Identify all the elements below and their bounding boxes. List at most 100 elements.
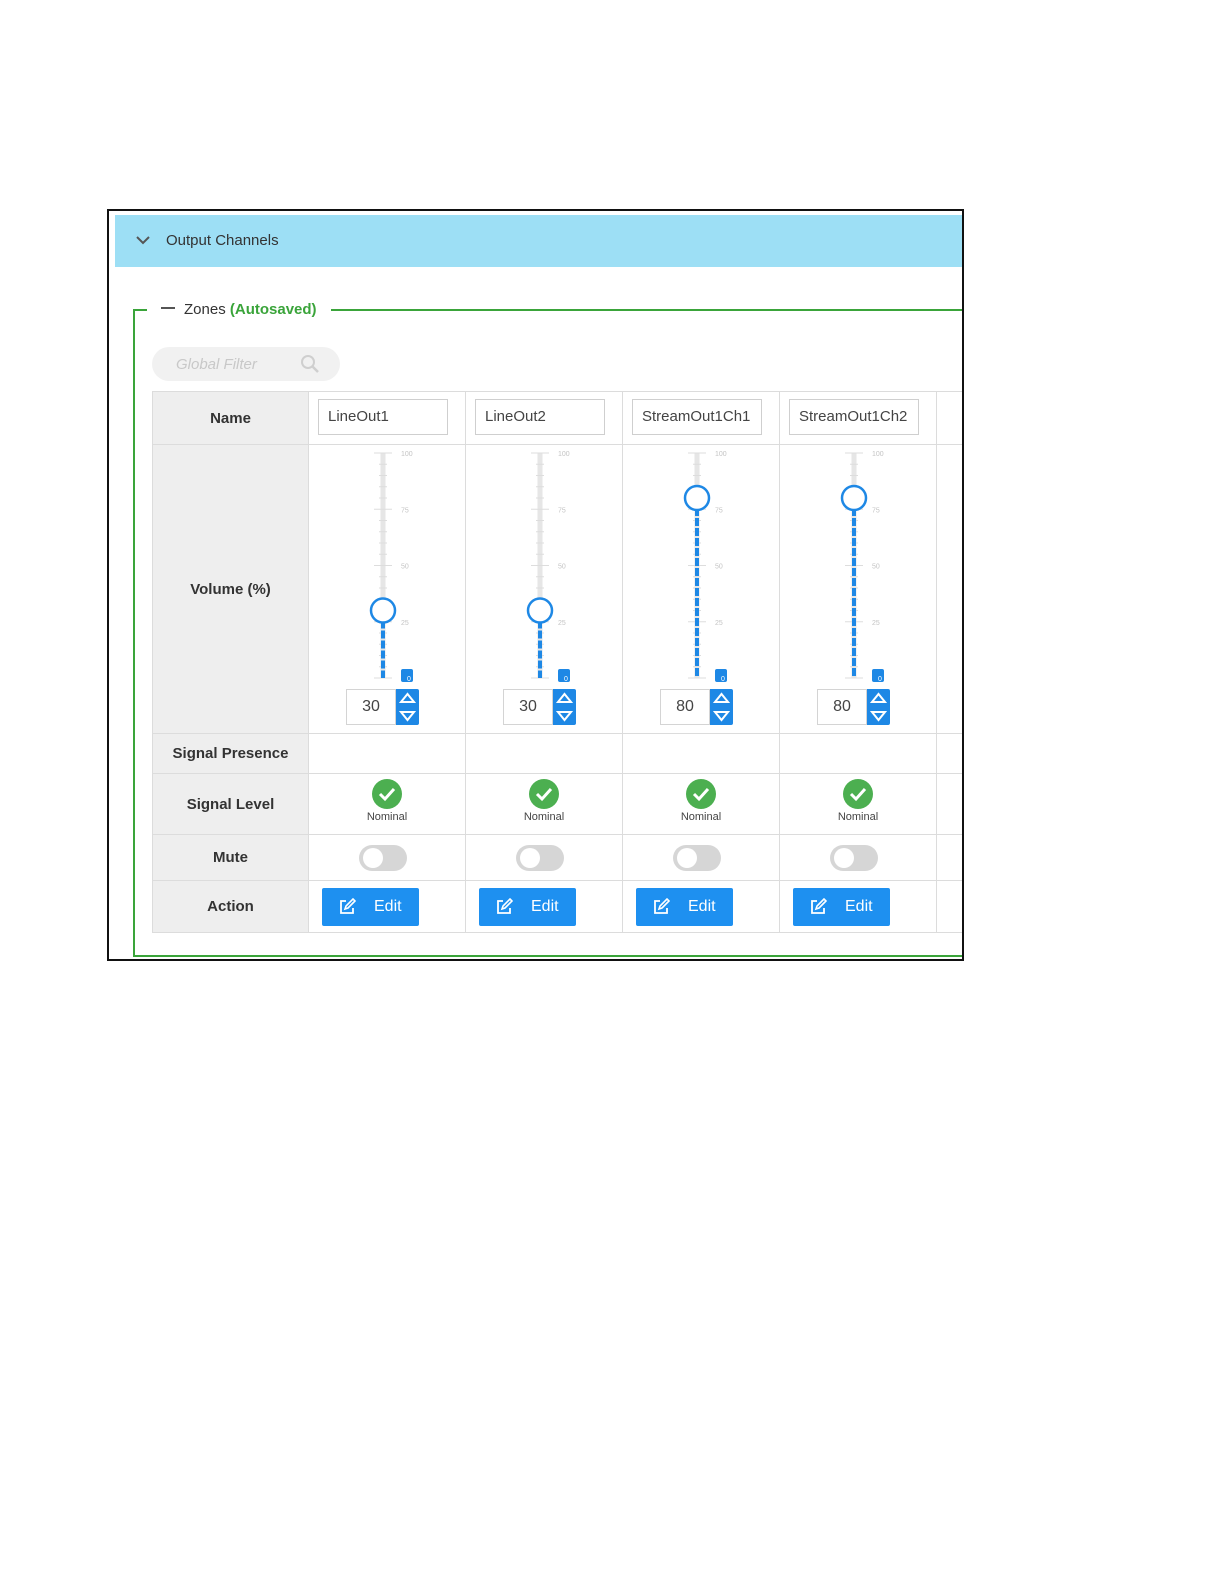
edit-button-label: Edit [845, 898, 873, 915]
global-filter-input[interactable]: Global Filter [152, 347, 340, 381]
check-circle-icon [372, 779, 402, 809]
slider-tick-label: 0 [407, 676, 411, 683]
row-label-name: Name [152, 391, 309, 445]
check-circle-icon [529, 779, 559, 809]
volume-input[interactable]: 80 [817, 689, 867, 725]
channel-name-field[interactable]: StreamOut1Ch1 [632, 399, 762, 435]
signal-level-cell: Nominal [779, 773, 937, 835]
channel-name-cell: LineOut1 [308, 391, 466, 445]
mute-toggle[interactable] [673, 845, 721, 871]
global-filter-placeholder: Global Filter [176, 356, 257, 373]
edit-button-label: Edit [374, 898, 402, 915]
mute-toggle[interactable] [830, 845, 878, 871]
action-cell: Edit [779, 880, 937, 933]
slider-thumb [840, 484, 868, 512]
slider-tick-label: 25 [715, 620, 723, 627]
channel-name-field[interactable]: LineOut2 [475, 399, 605, 435]
action-cell: Edit [308, 880, 466, 933]
signal-presence-cell [308, 733, 466, 774]
edit-button[interactable]: Edit [793, 888, 890, 926]
slider-tick-label: 100 [401, 451, 413, 458]
volume-cell: 100 75 50 25 0 30 [308, 444, 466, 734]
mute-cell [622, 834, 780, 881]
output-channels-panel: Output Channels Zones (Autosaved) Global… [107, 209, 964, 961]
mute-cell [779, 834, 937, 881]
overflow-cell [936, 834, 962, 881]
slider-tick-label: 75 [401, 507, 409, 514]
overflow-cell [936, 880, 962, 933]
edit-button[interactable]: Edit [479, 888, 576, 926]
decrement-icon[interactable] [396, 707, 419, 725]
row-mute: Mute [152, 834, 962, 881]
output-channels-header[interactable]: Output Channels [115, 215, 962, 267]
slider-tick-label: 100 [558, 451, 570, 458]
channel-name-cell: StreamOut1Ch1 [622, 391, 780, 445]
zones-table: Name LineOut1 LineOut2 StreamOut1Ch1 Str… [152, 391, 962, 933]
signal-level-cell: Nominal [622, 773, 780, 835]
row-label-signal-level: Signal Level [152, 773, 309, 835]
decrement-icon[interactable] [553, 707, 576, 725]
signal-level-status: Nominal [680, 811, 722, 823]
volume-spinner [710, 689, 733, 725]
slider-tick-label: 75 [715, 507, 723, 514]
slider-tick-label: 25 [401, 620, 409, 627]
autosaved-status: (Autosaved) [229, 301, 317, 318]
zones-fieldset: Zones (Autosaved) Global Filter Name Lin… [133, 300, 962, 957]
slider-tick-label: 75 [558, 507, 566, 514]
toggle-knob [677, 848, 697, 868]
slider-thumb [526, 597, 554, 624]
volume-input[interactable]: 30 [346, 689, 396, 725]
search-icon[interactable] [300, 354, 320, 374]
volume-input[interactable]: 30 [503, 689, 553, 725]
row-label-action: Action [152, 880, 309, 933]
signal-level-status: Nominal [366, 811, 408, 823]
volume-cell: 100 75 50 25 0 80 [622, 444, 780, 734]
toggle-knob [834, 848, 854, 868]
mute-toggle[interactable] [516, 845, 564, 871]
increment-icon[interactable] [710, 689, 733, 707]
toggle-knob [520, 848, 540, 868]
action-cell: Edit [622, 880, 780, 933]
edit-icon [654, 898, 670, 914]
overflow-cell [936, 444, 962, 734]
decrement-icon[interactable] [867, 707, 890, 725]
channel-name-field[interactable]: LineOut1 [318, 399, 448, 435]
signal-level-status: Nominal [837, 811, 879, 823]
slider-tick-label: 50 [401, 564, 409, 571]
slider-tick-label: 75 [872, 507, 880, 514]
zones-legend[interactable]: Zones (Autosaved) [147, 300, 331, 320]
row-signal-level: Signal Level Nominal Nominal Nominal Nom… [152, 773, 962, 835]
increment-icon[interactable] [553, 689, 576, 707]
slider-tick-label: 50 [558, 564, 566, 571]
slider-tick-label: 100 [872, 451, 884, 458]
slider-tick-label: 0 [878, 676, 882, 683]
edit-button[interactable]: Edit [322, 888, 419, 926]
check-circle-icon [843, 779, 873, 809]
slider-tick-label: 50 [872, 564, 880, 571]
volume-spinner [867, 689, 890, 725]
decrement-icon[interactable] [710, 707, 733, 725]
row-action: Action Edit Edit Edit Edit [152, 880, 962, 933]
signal-level-cell: Nominal [465, 773, 623, 835]
volume-spinner [553, 689, 576, 725]
overflow-cell [936, 773, 962, 835]
channel-name-field[interactable]: StreamOut1Ch2 [789, 399, 919, 435]
edit-icon [497, 898, 513, 914]
volume-input[interactable]: 80 [660, 689, 710, 725]
edit-button[interactable]: Edit [636, 888, 733, 926]
chevron-down-icon[interactable] [135, 232, 151, 248]
slider-tick-label: 100 [715, 451, 727, 458]
edit-button-label: Edit [531, 898, 559, 915]
row-label-volume: Volume (%) [152, 444, 309, 734]
row-signal-presence: Signal Presence [152, 733, 962, 774]
increment-icon[interactable] [867, 689, 890, 707]
mute-cell [308, 834, 466, 881]
volume-cell: 100 75 50 25 0 80 [779, 444, 937, 734]
row-volume: Volume (%) 100 75 50 25 0 30 100 75 50 25 0 30 [152, 444, 962, 734]
increment-icon[interactable] [396, 689, 419, 707]
collapse-dash-icon[interactable] [161, 307, 175, 310]
mute-toggle[interactable] [359, 845, 407, 871]
signal-presence-cell [622, 733, 780, 774]
zones-title: Zones [184, 301, 226, 318]
channel-name-cell: LineOut2 [465, 391, 623, 445]
